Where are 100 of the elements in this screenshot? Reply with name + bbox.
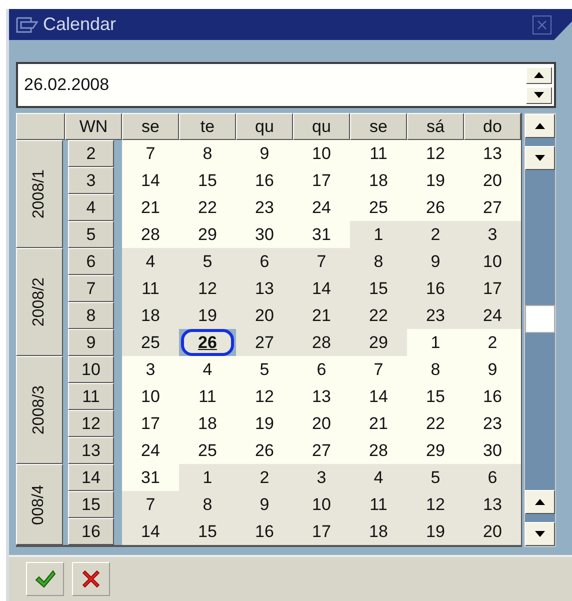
day-cell[interactable]: 12 [407, 140, 464, 167]
scroll-up-button[interactable] [525, 114, 555, 138]
scrollbar[interactable] [524, 113, 556, 547]
day-cell[interactable]: 4 [179, 356, 236, 383]
day-cell[interactable]: 25 [179, 437, 236, 464]
day-cell[interactable]: 27 [464, 194, 521, 221]
day-cell[interactable]: 18 [350, 518, 407, 545]
day-cell[interactable]: 16 [464, 383, 521, 410]
day-cell[interactable]: 19 [407, 518, 464, 545]
day-cell[interactable]: 21 [350, 410, 407, 437]
scroll-down-button[interactable] [525, 146, 555, 170]
week-number[interactable]: 11 [68, 383, 114, 410]
day-cell[interactable]: 26 [181, 329, 234, 356]
day-cell[interactable]: 22 [407, 410, 464, 437]
day-cell[interactable]: 27 [236, 329, 293, 356]
week-number[interactable]: 7 [68, 275, 114, 302]
day-cell[interactable]: 12 [179, 275, 236, 302]
day-cell[interactable]: 7 [122, 491, 179, 518]
day-cell[interactable]: 6 [293, 356, 350, 383]
week-number[interactable]: 9 [68, 329, 114, 356]
day-cell[interactable]: 29 [350, 329, 407, 356]
spin-down-button[interactable] [526, 86, 552, 104]
day-cell[interactable]: 13 [464, 140, 521, 167]
day-cell[interactable]: 24 [464, 302, 521, 329]
day-cell[interactable]: 20 [293, 410, 350, 437]
day-cell[interactable]: 17 [464, 275, 521, 302]
confirm-button[interactable] [26, 562, 64, 596]
day-cell[interactable]: 25 [350, 194, 407, 221]
scroll-thumb[interactable] [525, 305, 555, 333]
day-cell[interactable]: 15 [179, 518, 236, 545]
day-cell[interactable]: 16 [236, 167, 293, 194]
day-cell[interactable]: 23 [407, 302, 464, 329]
scroll-up-button[interactable] [525, 490, 555, 514]
day-cell[interactable]: 14 [122, 167, 179, 194]
day-cell[interactable]: 22 [350, 302, 407, 329]
day-cell[interactable]: 3 [122, 356, 179, 383]
week-number[interactable]: 4 [68, 194, 114, 221]
day-cell[interactable]: 11 [350, 491, 407, 518]
day-cell[interactable]: 18 [350, 167, 407, 194]
day-cell[interactable]: 10 [122, 383, 179, 410]
day-cell[interactable]: 17 [293, 518, 350, 545]
day-cell[interactable]: 3 [464, 221, 521, 248]
day-cell[interactable]: 13 [464, 491, 521, 518]
day-cell[interactable]: 15 [350, 275, 407, 302]
day-cell[interactable]: 17 [293, 167, 350, 194]
day-cell[interactable]: 1 [350, 221, 407, 248]
day-cell[interactable]: 8 [350, 248, 407, 275]
day-cell[interactable]: 13 [293, 383, 350, 410]
day-cell[interactable]: 16 [236, 518, 293, 545]
cancel-button[interactable] [72, 562, 110, 596]
day-cell[interactable]: 31 [122, 464, 179, 491]
month-header[interactable]: 2008/1 [16, 140, 63, 248]
day-cell[interactable]: 21 [122, 194, 179, 221]
day-cell[interactable]: 17 [122, 410, 179, 437]
week-number[interactable]: 14 [68, 464, 114, 491]
day-cell[interactable]: 21 [293, 302, 350, 329]
day-cell[interactable]: 24 [122, 437, 179, 464]
month-header[interactable]: 008/4 [16, 464, 63, 545]
scroll-down-button[interactable] [525, 522, 555, 546]
day-cell[interactable]: 1 [407, 329, 464, 356]
day-cell[interactable]: 29 [407, 437, 464, 464]
day-cell[interactable]: 13 [236, 275, 293, 302]
day-cell[interactable]: 8 [179, 140, 236, 167]
day-cell[interactable]: 28 [350, 437, 407, 464]
day-cell[interactable]: 5 [407, 464, 464, 491]
day-cell[interactable]: 18 [179, 410, 236, 437]
day-cell[interactable]: 30 [464, 437, 521, 464]
day-cell[interactable]: 19 [407, 167, 464, 194]
day-cell[interactable]: 14 [350, 383, 407, 410]
day-cell[interactable]: 9 [464, 356, 521, 383]
day-cell[interactable]: 20 [464, 167, 521, 194]
week-number[interactable]: 16 [68, 518, 114, 545]
day-cell[interactable]: 28 [122, 221, 179, 248]
day-cell[interactable]: 8 [179, 491, 236, 518]
day-cell[interactable]: 8 [407, 356, 464, 383]
day-cell[interactable]: 9 [407, 248, 464, 275]
day-cell[interactable]: 26 [407, 194, 464, 221]
day-cell[interactable]: 3 [293, 464, 350, 491]
day-cell[interactable]: 7 [350, 356, 407, 383]
week-number[interactable]: 15 [68, 491, 114, 518]
day-cell[interactable]: 11 [179, 383, 236, 410]
day-cell[interactable]: 5 [236, 356, 293, 383]
day-cell[interactable]: 10 [293, 140, 350, 167]
day-cell[interactable]: 26 [236, 437, 293, 464]
day-cell[interactable]: 28 [293, 329, 350, 356]
week-number[interactable]: 13 [68, 437, 114, 464]
day-cell[interactable]: 9 [236, 140, 293, 167]
day-cell[interactable]: 18 [122, 302, 179, 329]
spin-up-button[interactable] [526, 66, 552, 84]
day-cell[interactable]: 27 [293, 437, 350, 464]
day-cell[interactable]: 29 [179, 221, 236, 248]
day-cell[interactable]: 4 [122, 248, 179, 275]
day-cell[interactable]: 14 [122, 518, 179, 545]
day-cell[interactable]: 4 [350, 464, 407, 491]
date-field[interactable]: 26.02.2008 [16, 62, 556, 108]
day-cell[interactable]: 22 [179, 194, 236, 221]
day-cell[interactable]: 2 [464, 329, 521, 356]
day-cell[interactable]: 11 [122, 275, 179, 302]
day-cell[interactable]: 9 [236, 491, 293, 518]
day-cell[interactable]: 24 [293, 194, 350, 221]
